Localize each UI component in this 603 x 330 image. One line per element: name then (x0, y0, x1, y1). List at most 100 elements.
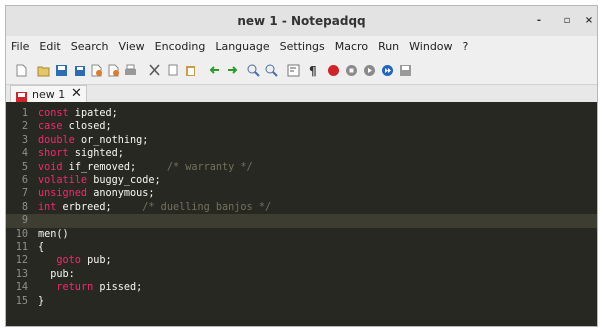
save-icon[interactable] (55, 64, 68, 77)
code-line[interactable]: 13 pub: (6, 268, 597, 281)
title-bar: new 1 - Notepadqq - ▫ × (6, 6, 597, 36)
code-text: } (38, 295, 44, 308)
code-text: { (38, 241, 44, 254)
minimize-button[interactable]: - (532, 14, 546, 28)
copy-icon[interactable] (166, 64, 179, 77)
close-all-icon[interactable] (107, 64, 120, 77)
code-line[interactable]: 15} (6, 295, 597, 308)
redo-icon[interactable] (226, 64, 239, 77)
code-line[interactable]: 7 unsigned anonymous; (6, 187, 597, 200)
menu-window[interactable]: Window (404, 36, 457, 53)
code-text: pub: (38, 268, 75, 281)
code-text: unsigned anonymous; (38, 187, 155, 200)
close-icon[interactable] (90, 64, 103, 77)
line-number: 11 (15, 242, 28, 253)
menu-encoding[interactable]: Encoding (150, 36, 211, 53)
code-text: men() (38, 228, 69, 241)
paste-icon[interactable] (184, 64, 197, 77)
menu-settings[interactable]: Settings (275, 36, 330, 53)
toolbar: ¶ (6, 58, 597, 84)
keyword-token: void (38, 161, 63, 173)
keyword-token: goto (56, 255, 81, 267)
line-number: 15 (15, 295, 28, 307)
code-token: pissed; (93, 282, 143, 294)
code-token: pub; (80, 255, 112, 267)
tab-label: new 1 (32, 88, 66, 101)
line-number: 3 (21, 134, 28, 146)
line-number: 6 (21, 175, 28, 186)
stop-macro-icon[interactable] (345, 64, 358, 77)
code-token: sighted; (68, 148, 124, 160)
code-line[interactable]: 2 case closed; (6, 120, 597, 133)
code-line[interactable]: 11 { (6, 241, 597, 254)
play-macro-icon[interactable] (363, 64, 376, 77)
code-text: volatile buggy_code; (38, 174, 161, 187)
code-line[interactable]: 12 goto pub; (6, 254, 597, 267)
code-token: anonymous; (87, 188, 155, 200)
menu-run[interactable]: Run (373, 36, 404, 53)
code-editor[interactable]: 1 const ipated; 2 case closed; 3 double or_no… (6, 102, 597, 326)
code-line[interactable]: 1 const ipated; (6, 107, 597, 120)
menu-file[interactable]: File (6, 36, 34, 53)
menu-edit[interactable]: Edit (34, 36, 65, 53)
code-line[interactable]: 8 int erbreed; /* duelling banjos */ (6, 201, 597, 214)
code-line[interactable]: 4 short sighted; (6, 147, 597, 160)
zoom-out-icon[interactable] (265, 64, 278, 77)
save-all-icon[interactable] (73, 64, 86, 77)
code-token: men() (38, 228, 69, 240)
code-text: void if_removed; /* warranty */ (38, 161, 253, 174)
maximize-button[interactable]: ▫ (560, 14, 574, 28)
line-number: 12 (15, 255, 28, 267)
code-text: case closed; (38, 120, 112, 133)
code-token: if_removed; (62, 161, 167, 173)
show-all-chars-icon[interactable]: ¶ (307, 64, 320, 77)
code-text: return pissed; (38, 281, 142, 294)
new-file-icon[interactable] (15, 64, 28, 77)
run-macro-multiple-icon[interactable] (381, 64, 394, 77)
menu-bar: File Edit Search View Encoding Language Settin… (6, 36, 597, 58)
undo-icon[interactable] (208, 64, 221, 77)
print-icon[interactable] (124, 64, 137, 77)
code-line[interactable]: 3 double or_nothing; (6, 134, 597, 147)
code-text: int erbreed; /* duelling banjos */ (38, 201, 271, 214)
record-macro-icon[interactable] (327, 64, 340, 77)
code-token: or_nothing; (74, 134, 149, 146)
save-macro-icon[interactable] (399, 64, 412, 77)
cut-icon[interactable] (148, 64, 161, 77)
code-token: pub: (38, 268, 75, 280)
tab-close-icon[interactable]: ✕ (71, 86, 82, 101)
code-line[interactable]: 5 void if_removed; /* warranty */ (6, 161, 597, 174)
code-line[interactable]: 9 (6, 214, 597, 228)
code-token: closed; (62, 121, 112, 133)
menu-search[interactable]: Search (66, 36, 114, 53)
code-text: short sighted; (38, 147, 124, 160)
menu-language[interactable]: Language (210, 36, 274, 53)
line-number: 5 (21, 161, 28, 173)
tab-new-1[interactable]: new 1 ✕ (10, 85, 87, 104)
code-token: erbreed; (56, 201, 143, 213)
close-window-button[interactable]: × (582, 14, 596, 28)
code-token: { (38, 242, 45, 253)
code-text: goto pub; (38, 254, 112, 267)
keyword-token: const (38, 108, 69, 119)
menu-macro[interactable]: Macro (330, 36, 373, 53)
line-number: 10 (15, 228, 28, 240)
code-text: const ipated; (38, 107, 118, 120)
menu-help[interactable]: ? (458, 36, 474, 53)
word-wrap-icon[interactable] (287, 64, 300, 77)
zoom-in-icon[interactable] (247, 64, 260, 77)
keyword-token: case (38, 121, 63, 133)
line-number: 14 (15, 282, 28, 294)
file-modified-icon (16, 89, 27, 104)
open-file-icon[interactable] (37, 64, 50, 77)
code-line[interactable]: 10 men() (6, 228, 597, 241)
code-token: ipated; (68, 108, 118, 119)
code-line[interactable]: 6 volatile buggy_code; (6, 174, 597, 187)
line-number: 13 (15, 268, 28, 280)
comment-token: /* duelling banjos */ (142, 201, 272, 213)
keyword-token: unsigned (38, 188, 88, 200)
code-line[interactable]: 14 return pissed; (6, 281, 597, 294)
menu-view[interactable]: View (114, 36, 150, 53)
